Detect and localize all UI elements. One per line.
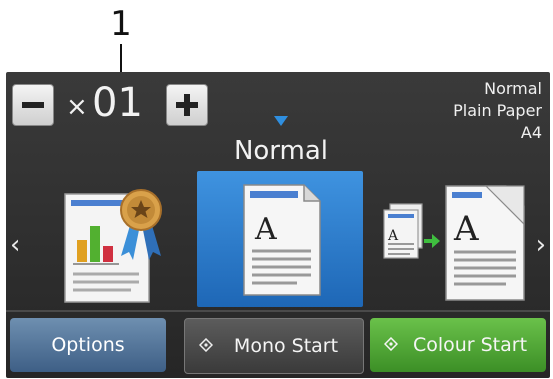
colour-start-label: Colour Start (412, 334, 528, 356)
options-button[interactable]: Options (10, 318, 166, 372)
copies-multiplier: × (66, 92, 88, 122)
increase-copies-button[interactable] (166, 84, 208, 126)
copies-count: 01 (92, 80, 143, 126)
mono-start-button[interactable]: Mono Start (184, 318, 364, 374)
document-icon: A (243, 184, 321, 296)
copy-enlarge-icon: A A (383, 185, 525, 301)
start-diamond-icon (384, 337, 398, 351)
preset-enlarge[interactable]: A A (366, 172, 532, 306)
svg-text:A: A (453, 209, 479, 249)
minus-icon (22, 102, 44, 108)
callout-number: 1 (110, 4, 132, 44)
divider (6, 310, 550, 312)
preset-normal[interactable]: A (197, 171, 363, 307)
current-settings[interactable]: Normal Plain Paper A4 (453, 78, 542, 144)
mono-start-label: Mono Start (233, 335, 339, 357)
paper-size-setting: A4 (520, 123, 542, 142)
paper-type-setting: Plain Paper (453, 101, 542, 120)
touchscreen: × 01 Normal Plain Paper A4 Normal ‹ › A … (6, 72, 550, 378)
mode-label: Normal (233, 136, 329, 166)
decrease-copies-button[interactable] (12, 84, 54, 126)
svg-text:A: A (387, 228, 399, 244)
scroll-left-icon[interactable]: ‹ (10, 230, 20, 260)
colour-start-button[interactable]: Colour Start (370, 318, 546, 372)
scroll-right-icon[interactable]: › (536, 230, 546, 260)
start-diamond-icon (199, 338, 213, 352)
quality-setting: Normal (484, 79, 542, 98)
selection-indicator-icon (274, 116, 288, 126)
svg-text:A: A (254, 212, 277, 247)
options-label: Options (51, 334, 125, 356)
